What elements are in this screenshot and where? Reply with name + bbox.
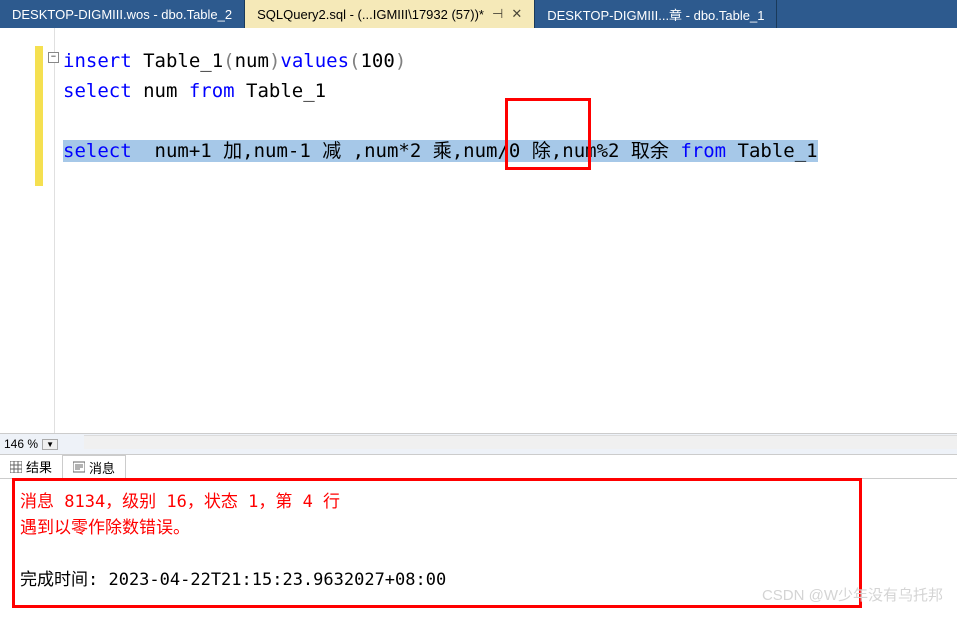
messages-icon <box>73 461 85 473</box>
horizontal-scrollbar[interactable] <box>84 435 957 449</box>
zoom-dropdown[interactable]: ▼ <box>42 439 58 450</box>
change-indicator <box>35 46 43 186</box>
annotation-box-2 <box>12 478 862 608</box>
editor-gutter: − <box>0 28 55 433</box>
tab-sqlquery2[interactable]: SQLQuery2.sql - (...IGMIII\17932 (57))* … <box>245 0 535 28</box>
tab-label: SQLQuery2.sql - (...IGMIII\17932 (57))* <box>257 7 484 22</box>
zoom-value: 146 % <box>4 437 38 451</box>
keyword-from: from <box>189 80 235 102</box>
tab-label: DESKTOP-DIGMIII...章 - dbo.Table_1 <box>547 5 764 24</box>
grid-icon <box>10 461 22 473</box>
keyword-values: values <box>280 50 349 72</box>
code-editor[interactable]: insert Table_1(num)values(100) select nu… <box>55 28 818 433</box>
tab-bar: DESKTOP-DIGMIII.wos - dbo.Table_2 SQLQue… <box>0 0 957 28</box>
close-icon[interactable]: ✕ <box>511 6 522 22</box>
keyword-from: from <box>680 140 726 162</box>
results-label: 结果 <box>26 457 52 476</box>
tab-messages[interactable]: 消息 <box>62 455 126 478</box>
selected-line: select num+1 加,num-1 减 ,num*2 乘,num/0 除,… <box>63 140 818 162</box>
keyword-insert: insert <box>63 50 132 72</box>
pin-icon[interactable]: ⊣ <box>492 6 503 22</box>
collapse-toggle[interactable]: − <box>48 52 59 63</box>
editor-area: − insert Table_1(num)values(100) select … <box>0 28 957 433</box>
keyword-select: select <box>63 80 132 102</box>
keyword-select: select <box>63 140 132 162</box>
tab-results[interactable]: 结果 <box>0 455 62 478</box>
tab-table2[interactable]: DESKTOP-DIGMIII.wos - dbo.Table_2 <box>0 0 245 28</box>
tab-table1[interactable]: DESKTOP-DIGMIII...章 - dbo.Table_1 <box>535 0 777 28</box>
annotation-box-1 <box>505 98 591 170</box>
messages-label: 消息 <box>89 458 115 477</box>
result-tabs: 结果 消息 <box>0 455 957 479</box>
tab-label: DESKTOP-DIGMIII.wos - dbo.Table_2 <box>12 7 232 22</box>
